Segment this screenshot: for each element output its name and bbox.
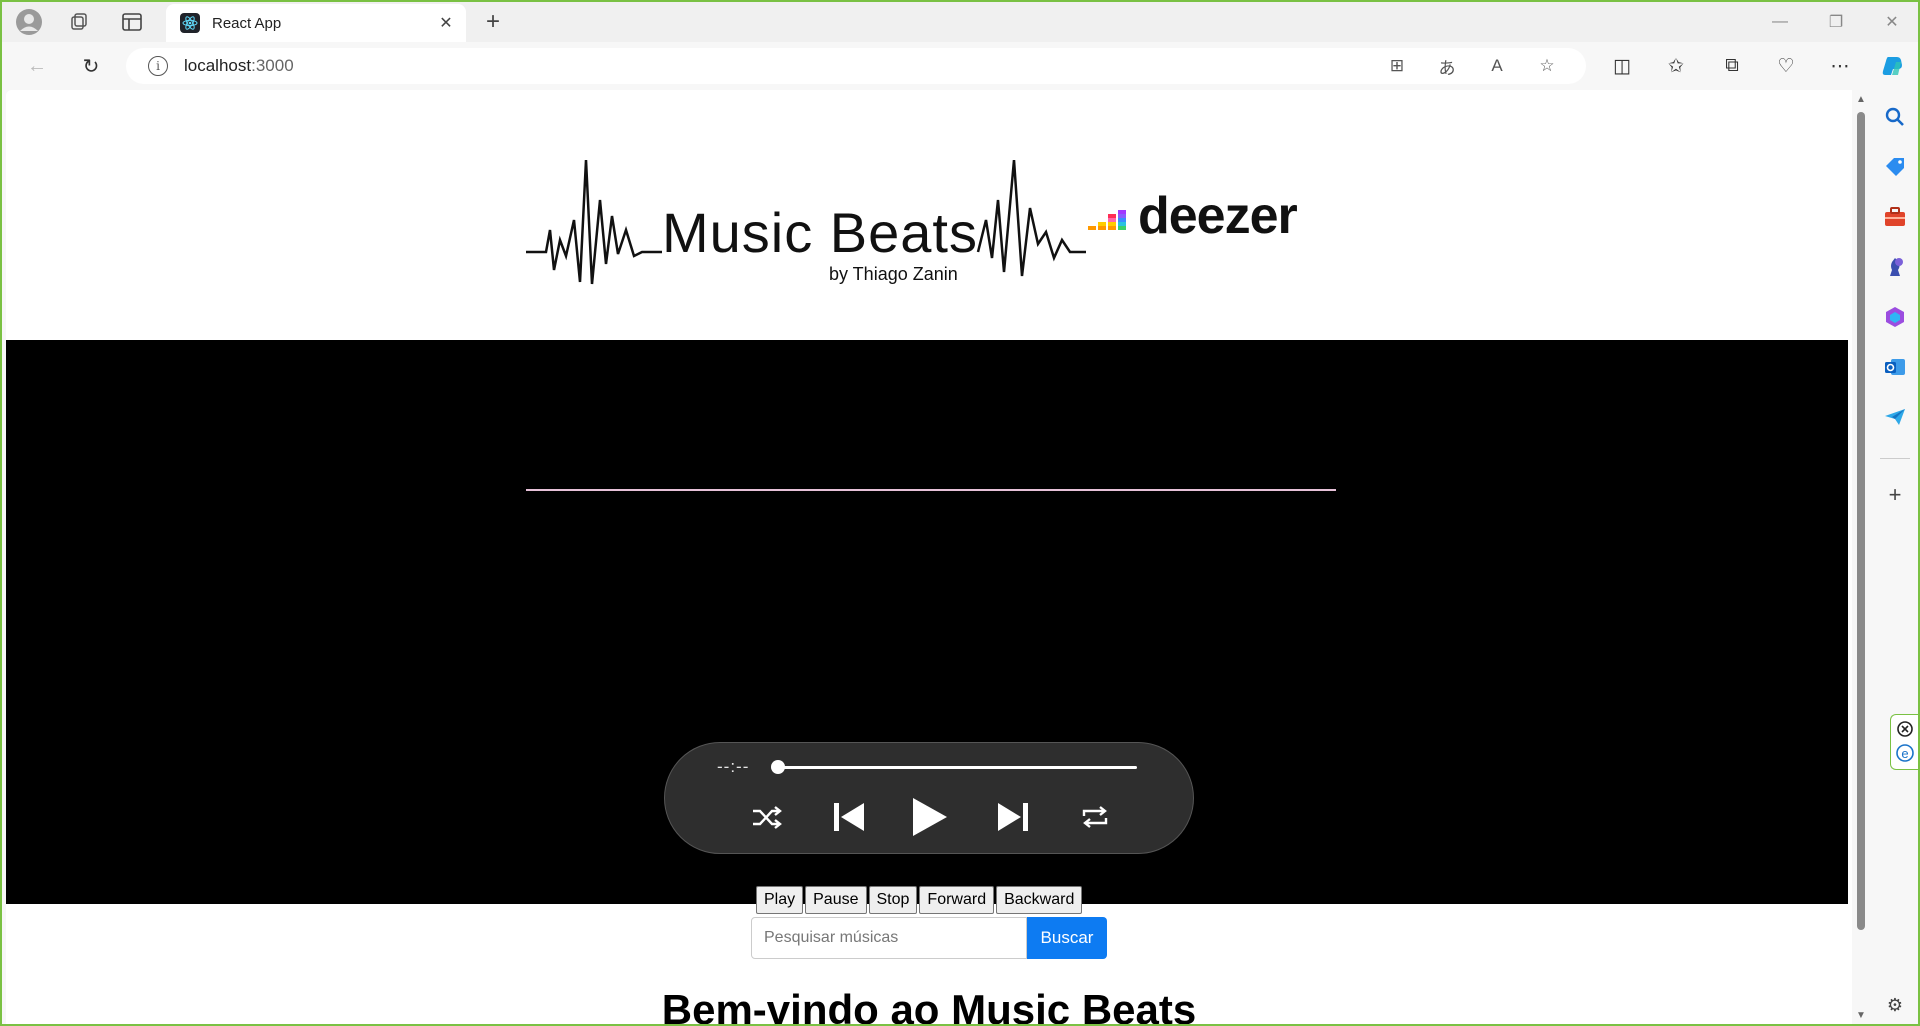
games-chess-icon[interactable] <box>1882 254 1908 280</box>
brand-name: Music Beats <box>662 201 978 264</box>
translate-icon[interactable]: あ <box>1432 56 1462 78</box>
edge-sidebar: + ⚙ <box>1872 90 1918 1024</box>
search-form: Buscar <box>751 917 1107 959</box>
refresh-button[interactable]: ↻ <box>74 50 108 82</box>
send-plane-icon[interactable] <box>1882 404 1908 430</box>
browser-window: React App ✕ + — ❐ ✕ ← ↻ i localhost:3000… <box>0 0 1920 1026</box>
time-display: --:-- <box>717 757 750 776</box>
tab-react-app[interactable]: React App ✕ <box>166 4 466 42</box>
scroll-up-icon[interactable]: ▲ <box>1856 94 1866 105</box>
repeat-icon <box>1082 806 1108 828</box>
forward-text-button[interactable]: Forward <box>919 886 995 914</box>
player-hero: --:-- Play Pause Stop Forward Backward <box>6 340 1848 914</box>
minimize-button[interactable]: — <box>1752 2 1808 42</box>
page-scrollbar[interactable]: ▲ ▼ <box>1852 90 1870 1024</box>
play-button[interactable] <box>907 795 951 839</box>
back-button[interactable]: ← <box>20 50 54 82</box>
collections-icon[interactable]: ⧉ <box>1716 52 1748 80</box>
extension-float-panel[interactable]: e <box>1890 714 1918 770</box>
extension-close-icon: e <box>1896 721 1914 762</box>
skip-previous-icon <box>834 803 864 831</box>
browser-essentials-icon[interactable]: ♡ <box>1770 52 1802 80</box>
welcome-heading: Bem-vindo ao Music Beats <box>661 986 1197 1026</box>
search-icon[interactable] <box>1882 104 1908 130</box>
search-input[interactable] <box>751 917 1027 959</box>
sidebar-settings-icon[interactable]: ⚙ <box>1882 992 1908 1018</box>
split-screen-icon[interactable]: ◫ <box>1606 52 1638 80</box>
audio-player: --:-- <box>664 742 1194 854</box>
deezer-equalizer-icon <box>1088 210 1126 230</box>
page-viewport: Music Beats by Thiago Zanin deezer --:--… <box>6 90 1852 1026</box>
read-aloud-icon[interactable]: A <box>1482 56 1512 76</box>
legacy-controls: Play Pause Stop Forward Backward <box>756 886 1084 914</box>
brand-byline: by Thiago Zanin <box>829 264 958 284</box>
page-header: Music Beats by Thiago Zanin deezer <box>6 90 1852 340</box>
sound-wave-image <box>526 375 1336 608</box>
previous-button[interactable] <box>827 795 871 839</box>
copilot-icon[interactable] <box>1878 52 1910 80</box>
music-beats-logo: Music Beats by Thiago Zanin deezer <box>526 160 1326 300</box>
sidebar-divider <box>1880 458 1910 459</box>
outlook-icon[interactable] <box>1882 354 1908 380</box>
url-port: :3000 <box>251 56 294 75</box>
shuffle-button[interactable] <box>745 795 789 839</box>
title-bar: React App ✕ + — ❐ ✕ <box>2 2 1918 42</box>
new-tab-button[interactable]: + <box>478 8 508 36</box>
play-text-button[interactable]: Play <box>756 886 804 914</box>
vertical-tabs-icon[interactable] <box>117 8 147 36</box>
app-available-icon[interactable]: ⊞ <box>1382 56 1412 76</box>
play-icon <box>913 798 947 836</box>
search-button[interactable]: Buscar <box>1027 917 1107 959</box>
svg-text:e: e <box>1901 746 1908 761</box>
microsoft-365-icon[interactable] <box>1882 304 1908 330</box>
url-text: localhost:3000 <box>184 56 294 76</box>
url-host: localhost <box>184 56 252 75</box>
favorite-star-icon[interactable]: ☆ <box>1532 56 1562 76</box>
tools-briefcase-icon[interactable] <box>1882 204 1908 230</box>
pause-text-button[interactable]: Pause <box>805 886 867 914</box>
repeat-button[interactable] <box>1073 795 1117 839</box>
shopping-tag-icon[interactable] <box>1882 154 1908 180</box>
react-favicon-icon <box>180 13 200 33</box>
deezer-wordmark: deezer <box>1138 187 1298 245</box>
more-menu-icon[interactable]: ⋯ <box>1824 52 1856 80</box>
add-sidebar-app-icon[interactable]: + <box>1882 482 1908 508</box>
profile-icon[interactable] <box>14 8 44 36</box>
workspaces-icon[interactable] <box>64 8 94 36</box>
tab-title: React App <box>212 14 282 32</box>
close-window-button[interactable]: ✕ <box>1864 2 1918 42</box>
favorites-icon[interactable]: ✩ <box>1660 52 1692 80</box>
browser-toolbar: ← ↻ i localhost:3000 ⊞ あ A ☆ ◫ ✩ ⧉ ♡ ⋯ <box>2 42 1918 90</box>
skip-next-icon <box>998 803 1028 831</box>
stop-text-button[interactable]: Stop <box>868 886 918 914</box>
scrollbar-thumb[interactable] <box>1857 112 1865 930</box>
restore-button[interactable]: ❐ <box>1808 2 1864 42</box>
backward-text-button[interactable]: Backward <box>996 886 1083 914</box>
site-info-icon[interactable]: i <box>148 56 168 76</box>
progress-knob[interactable] <box>771 760 785 774</box>
next-button[interactable] <box>991 795 1035 839</box>
shuffle-icon <box>753 806 782 829</box>
address-bar[interactable]: i localhost:3000 ⊞ あ A ☆ <box>126 48 1586 84</box>
progress-track[interactable] <box>777 766 1137 769</box>
scroll-down-icon[interactable]: ▼ <box>1856 1010 1866 1021</box>
tab-close-icon[interactable]: ✕ <box>436 13 456 33</box>
